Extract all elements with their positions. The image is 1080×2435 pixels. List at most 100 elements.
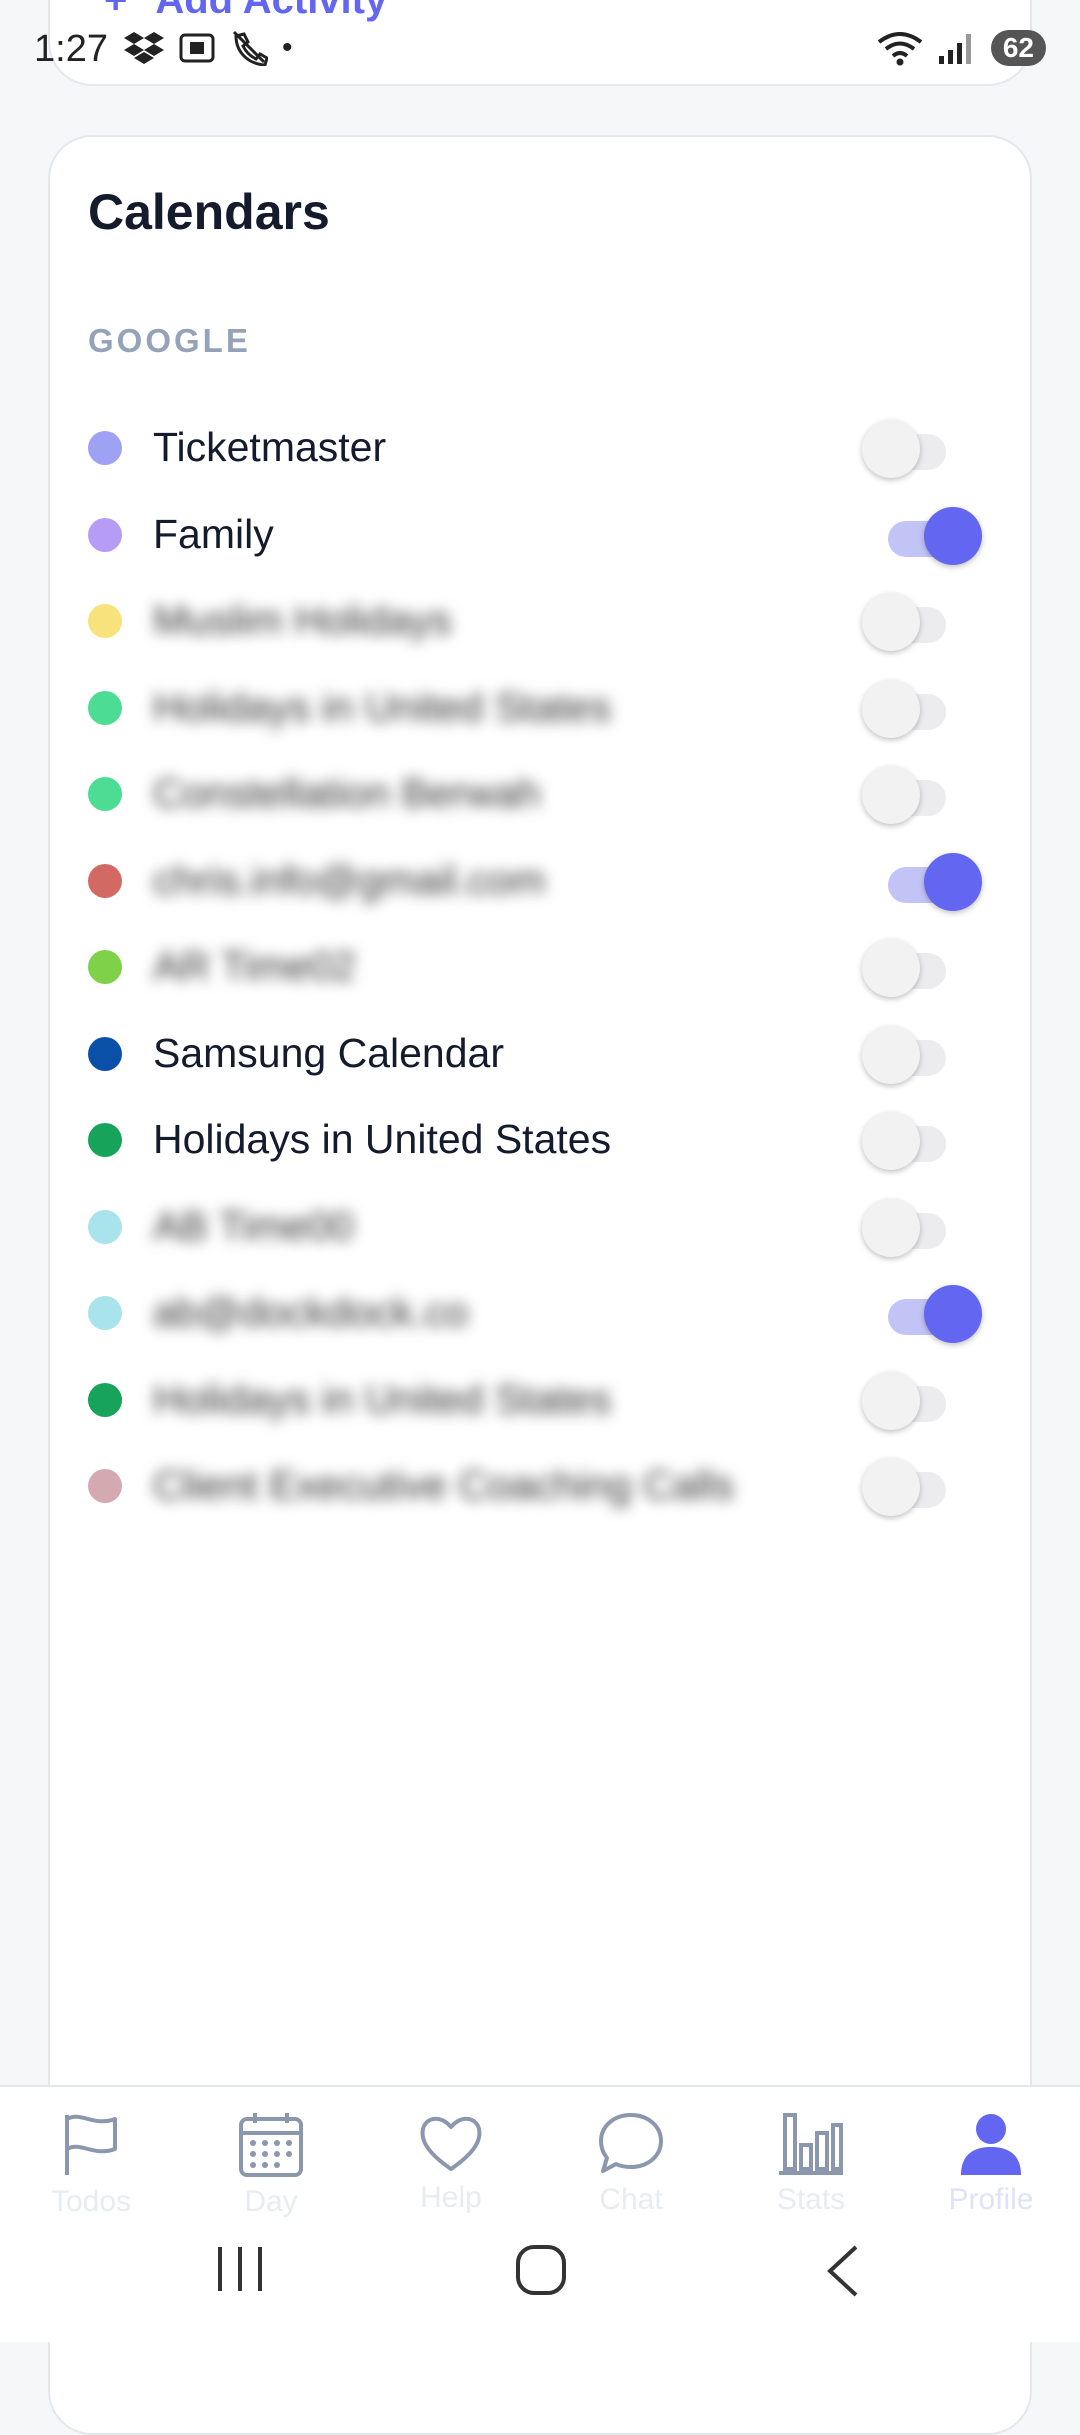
calendar-toggle[interactable] (860, 506, 982, 565)
calendar-row[interactable]: Client Executive Coaching Calls (0, 1436, 1080, 1536)
toggle-knob (862, 766, 920, 824)
calendar-row[interactable]: Family (0, 485, 1080, 585)
calendars-title: Calendars (88, 184, 330, 240)
toggle-knob (862, 1458, 920, 1516)
toggle-knob (862, 1025, 920, 1084)
calendar-toggle[interactable] (860, 1285, 982, 1343)
calendar-toggle[interactable] (860, 1371, 962, 1430)
calendar-toggle[interactable] (860, 679, 962, 738)
calendar-color-dot (88, 1469, 122, 1503)
calendar-name: chris.info@gmail.com (153, 856, 546, 903)
calendar-name: Client Executive Coaching Calls (153, 1462, 735, 1508)
calendar-color-dot (88, 517, 122, 552)
calendar-color-dot (88, 604, 122, 638)
calendar-color-dot (88, 431, 122, 465)
more-notifications-dot: • (282, 31, 293, 64)
calendar-toggle[interactable] (860, 1112, 962, 1170)
calendar-color-dot (88, 1123, 122, 1157)
nav-help[interactable]: Help (376, 2111, 526, 2215)
calendar-color-dot (88, 1036, 122, 1071)
toggle-knob (862, 1371, 920, 1430)
calendar-name: Holidays in United States (153, 1375, 612, 1422)
screenshot-icon (179, 33, 215, 63)
calendar-toggle[interactable] (860, 939, 962, 997)
toggle-knob (924, 1285, 982, 1343)
calendar-name: AR Time02 (153, 943, 356, 989)
toggle-knob (862, 420, 920, 478)
nav-todos[interactable]: Todos (16, 2111, 166, 2219)
nav-chat[interactable]: Chat (556, 2111, 706, 2217)
calendar-name: Holidays in United States (153, 683, 612, 730)
toggle-knob (862, 679, 920, 738)
calendar-row[interactable]: AB Time00 (0, 1177, 1080, 1277)
nav-label: Todos (50, 2185, 132, 2218)
nav-profile[interactable]: Profile (916, 2111, 1066, 2217)
calendar-name: Family (153, 510, 274, 557)
calendar-toggle[interactable] (860, 1458, 962, 1516)
calendar-row[interactable]: Holidays in United States (0, 1090, 1080, 1190)
calendar-toggle[interactable] (860, 420, 962, 478)
calendar-color-dot (88, 1382, 122, 1417)
nav-day[interactable]: Day (196, 2111, 346, 2219)
calendar-name: ab@dockdock.co (153, 1289, 469, 1335)
signal-icon (938, 34, 971, 64)
phone-off-icon (232, 30, 268, 66)
calendar-row[interactable]: Constellation Berwah (0, 744, 1080, 844)
toggle-knob (924, 852, 982, 911)
google-section-label: GOOGLE (88, 322, 251, 359)
calendar-row[interactable]: Ticketmaster (0, 398, 1080, 498)
calendar-row[interactable]: Muslim Holidays (0, 571, 1080, 671)
calendar-color-dot (88, 690, 122, 725)
system-navigation (0, 2235, 1080, 2315)
calendar-name: Muslim Holidays (153, 597, 452, 643)
calendar-name: Samsung Calendar (153, 1029, 504, 1076)
calendar-row[interactable]: chris.info@gmail.com (0, 831, 1080, 931)
nav-label: Chat (599, 2183, 663, 2216)
calendar-color-dot (88, 863, 122, 898)
heart-icon (420, 2116, 482, 2171)
calendar-name: Holidays in United States (153, 1116, 612, 1162)
toggle-knob (862, 1198, 920, 1257)
toggle-knob (862, 939, 920, 997)
calendar-row[interactable]: AR Time02 (0, 917, 1080, 1017)
toggle-knob (862, 1112, 920, 1170)
calendar-name: Ticketmaster (153, 424, 387, 470)
bar-chart-icon (779, 2113, 843, 2175)
nav-stats[interactable]: Stats (736, 2111, 886, 2217)
status-bar: 1:27 • 62 (0, 18, 1080, 82)
system-icons: 62 (877, 30, 1046, 66)
calendar-toggle[interactable] (860, 1198, 962, 1257)
calendar-toggle[interactable] (860, 593, 962, 651)
wifi-icon (877, 32, 923, 66)
chat-bubble-icon (599, 2113, 663, 2173)
calendar-toggle[interactable] (860, 852, 982, 911)
calendar-row[interactable]: Holidays in United States (0, 658, 1080, 758)
notification-icons: • (124, 30, 293, 66)
calendar-row[interactable]: Samsung Calendar (0, 1004, 1080, 1104)
calendar-icon (239, 2113, 303, 2177)
nav-label: Day (244, 2185, 298, 2218)
nav-label: Profile (948, 2183, 1034, 2216)
calendar-toggle[interactable] (860, 1025, 962, 1084)
calendar-row[interactable]: Holidays in United States (0, 1350, 1080, 1450)
status-time: 1:27 (34, 28, 108, 70)
toggle-knob (862, 593, 920, 651)
person-icon (961, 2114, 1021, 2175)
calendar-color-dot (88, 1209, 122, 1244)
nav-label: Help (420, 2181, 482, 2214)
calendar-name: Constellation Berwah (153, 770, 541, 816)
flag-icon (65, 2114, 117, 2175)
nav-label: Stats (776, 2183, 846, 2216)
calendar-color-dot (88, 777, 122, 811)
calendar-color-dot (88, 1296, 122, 1330)
calendar-toggle[interactable] (860, 766, 962, 824)
dropbox-icon (124, 32, 164, 64)
back-icon[interactable] (822, 2243, 862, 2299)
recents-icon[interactable] (214, 2243, 266, 2295)
home-icon[interactable] (514, 2243, 568, 2297)
battery-indicator: 62 (990, 30, 1046, 66)
calendar-row[interactable]: ab@dockdock.co (0, 1263, 1080, 1363)
calendar-color-dot (88, 950, 122, 984)
toggle-knob (924, 506, 982, 565)
calendar-name: AB Time00 (153, 1202, 354, 1249)
